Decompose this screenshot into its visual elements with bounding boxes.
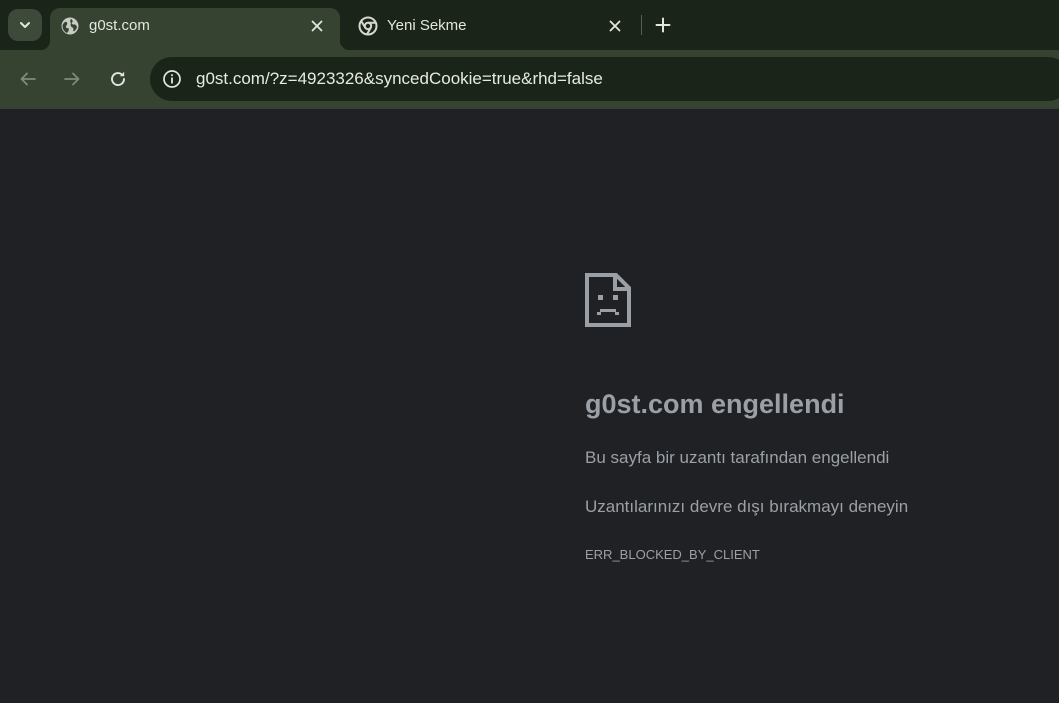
tab-yeni-sekme[interactable]: Yeni Sekme xyxy=(348,8,638,50)
tab-close-button[interactable] xyxy=(604,15,626,37)
plus-icon xyxy=(655,17,671,33)
tab-close-button[interactable] xyxy=(306,15,328,37)
site-info-button[interactable] xyxy=(158,65,186,93)
info-icon xyxy=(163,70,181,88)
reload-button[interactable] xyxy=(104,65,132,93)
reload-icon xyxy=(111,71,125,86)
arrow-right-icon xyxy=(64,72,80,86)
tab-title: g0st.com xyxy=(89,17,150,34)
forward-button[interactable] xyxy=(58,65,86,93)
error-suggestion: Uzantılarınızı devre dışı bırakmayı dene… xyxy=(585,497,909,516)
tab-strip: g0st.com Yeni Sekme xyxy=(0,0,1059,50)
address-bar[interactable]: g0st.com/?z=4923326&syncedCookie=true&rh… xyxy=(150,57,1059,101)
toolbar: g0st.com/?z=4923326&syncedCookie=true&rh… xyxy=(0,50,1059,108)
close-icon xyxy=(609,20,621,32)
tab-g0st[interactable]: g0st.com xyxy=(40,8,350,50)
globe-icon xyxy=(61,17,79,35)
tab-title: Yeni Sekme xyxy=(387,17,467,34)
sad-document-icon xyxy=(585,273,631,327)
error-page: g0st.com engellendi Bu sayfa bir uzantı … xyxy=(0,109,1059,703)
chrome-icon xyxy=(358,16,378,36)
error-code: ERR_BLOCKED_BY_CLIENT xyxy=(585,547,760,562)
tab-separator xyxy=(641,15,642,35)
new-tab-button[interactable] xyxy=(650,12,676,38)
back-button[interactable] xyxy=(14,65,42,93)
tab-search-button[interactable] xyxy=(8,9,42,41)
chevron-down-icon xyxy=(20,22,30,28)
error-message: Bu sayfa bir uzantı tarafından engellend… xyxy=(585,448,890,467)
close-icon xyxy=(311,20,323,32)
arrow-left-icon xyxy=(20,72,36,86)
error-title: g0st.com engellendi xyxy=(585,389,845,419)
url-text[interactable]: g0st.com/?z=4923326&syncedCookie=true&rh… xyxy=(196,69,603,89)
